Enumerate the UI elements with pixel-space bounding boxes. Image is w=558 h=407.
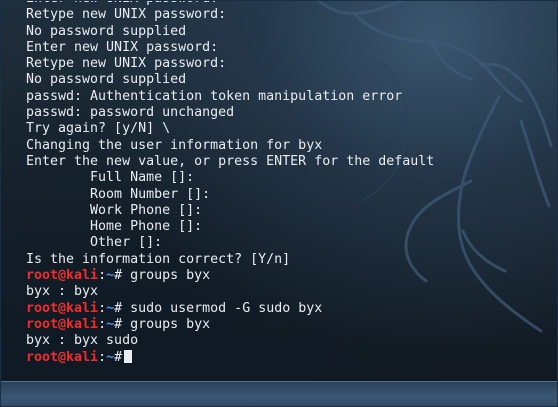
prompt-line: root@kali:~# groups byx bbox=[26, 317, 434, 333]
prompt-symbol: # bbox=[114, 268, 123, 284]
output-line: Work Phone []: bbox=[26, 202, 203, 218]
output-line: Enter the new value, or press ENTER for … bbox=[26, 153, 435, 169]
output-line: Room Number []: bbox=[26, 186, 211, 202]
prompt-user: root@kali bbox=[26, 316, 99, 332]
output-line: Full Name []: bbox=[26, 170, 195, 186]
output-line: Changing the user information for byx bbox=[26, 137, 323, 153]
prompt-separator: : bbox=[98, 349, 107, 365]
output-line: byx : byx bbox=[26, 284, 99, 300]
output-line: Retype new UNIX password: bbox=[26, 56, 227, 72]
prompt-user: root@kali bbox=[26, 268, 99, 284]
prompt-line: root@kali:~# groups byx bbox=[26, 268, 434, 284]
output-line: Enter new UNIX password: bbox=[26, 39, 219, 55]
terminal-text: Enter new UNIX password:Retype new UNIX … bbox=[26, 1, 434, 366]
output-line: Retype new UNIX password: bbox=[26, 7, 227, 23]
prompt-line: root@kali:~# sudo usermod -G sudo byx bbox=[26, 301, 434, 317]
prompt-command: groups byx bbox=[122, 316, 211, 332]
prompt-separator: : bbox=[98, 268, 107, 284]
prompt-user: root@kali bbox=[26, 300, 99, 316]
output-line: passwd: password unchanged bbox=[26, 105, 235, 121]
output-line: No password supplied bbox=[26, 23, 187, 39]
output-line: Try again? [y/N] \ bbox=[26, 121, 171, 137]
desktop-panel-strip bbox=[1, 381, 557, 406]
output-line: Is the information correct? [Y/n] bbox=[26, 251, 291, 267]
prompt-separator: : bbox=[98, 300, 107, 316]
prompt-symbol: # bbox=[114, 349, 123, 365]
terminal-window: Enter new UNIX password:Retype new UNIX … bbox=[0, 0, 558, 407]
prompt-command: sudo usermod -G sudo byx bbox=[122, 300, 323, 316]
output-line: byx : byx sudo bbox=[26, 333, 139, 349]
prompt-path: ~ bbox=[106, 300, 115, 316]
output-line: passwd: Authentication token manipulatio… bbox=[26, 88, 403, 104]
prompt-path: ~ bbox=[106, 268, 115, 284]
prompt-command: groups byx bbox=[122, 268, 211, 284]
prompt-line: root@kali:~# bbox=[26, 349, 434, 366]
prompt-symbol: # bbox=[114, 316, 123, 332]
prompt-path: ~ bbox=[106, 316, 115, 332]
prompt-separator: : bbox=[98, 316, 107, 332]
text-cursor bbox=[124, 349, 133, 363]
output-line: Other []: bbox=[26, 235, 163, 251]
output-line: No password supplied bbox=[26, 72, 187, 88]
prompt-user: root@kali bbox=[26, 349, 99, 365]
terminal-output[interactable]: Enter new UNIX password:Retype new UNIX … bbox=[1, 1, 557, 381]
output-line: Home Phone []: bbox=[26, 219, 203, 235]
prompt-symbol: # bbox=[114, 300, 123, 316]
prompt-path: ~ bbox=[106, 349, 115, 365]
